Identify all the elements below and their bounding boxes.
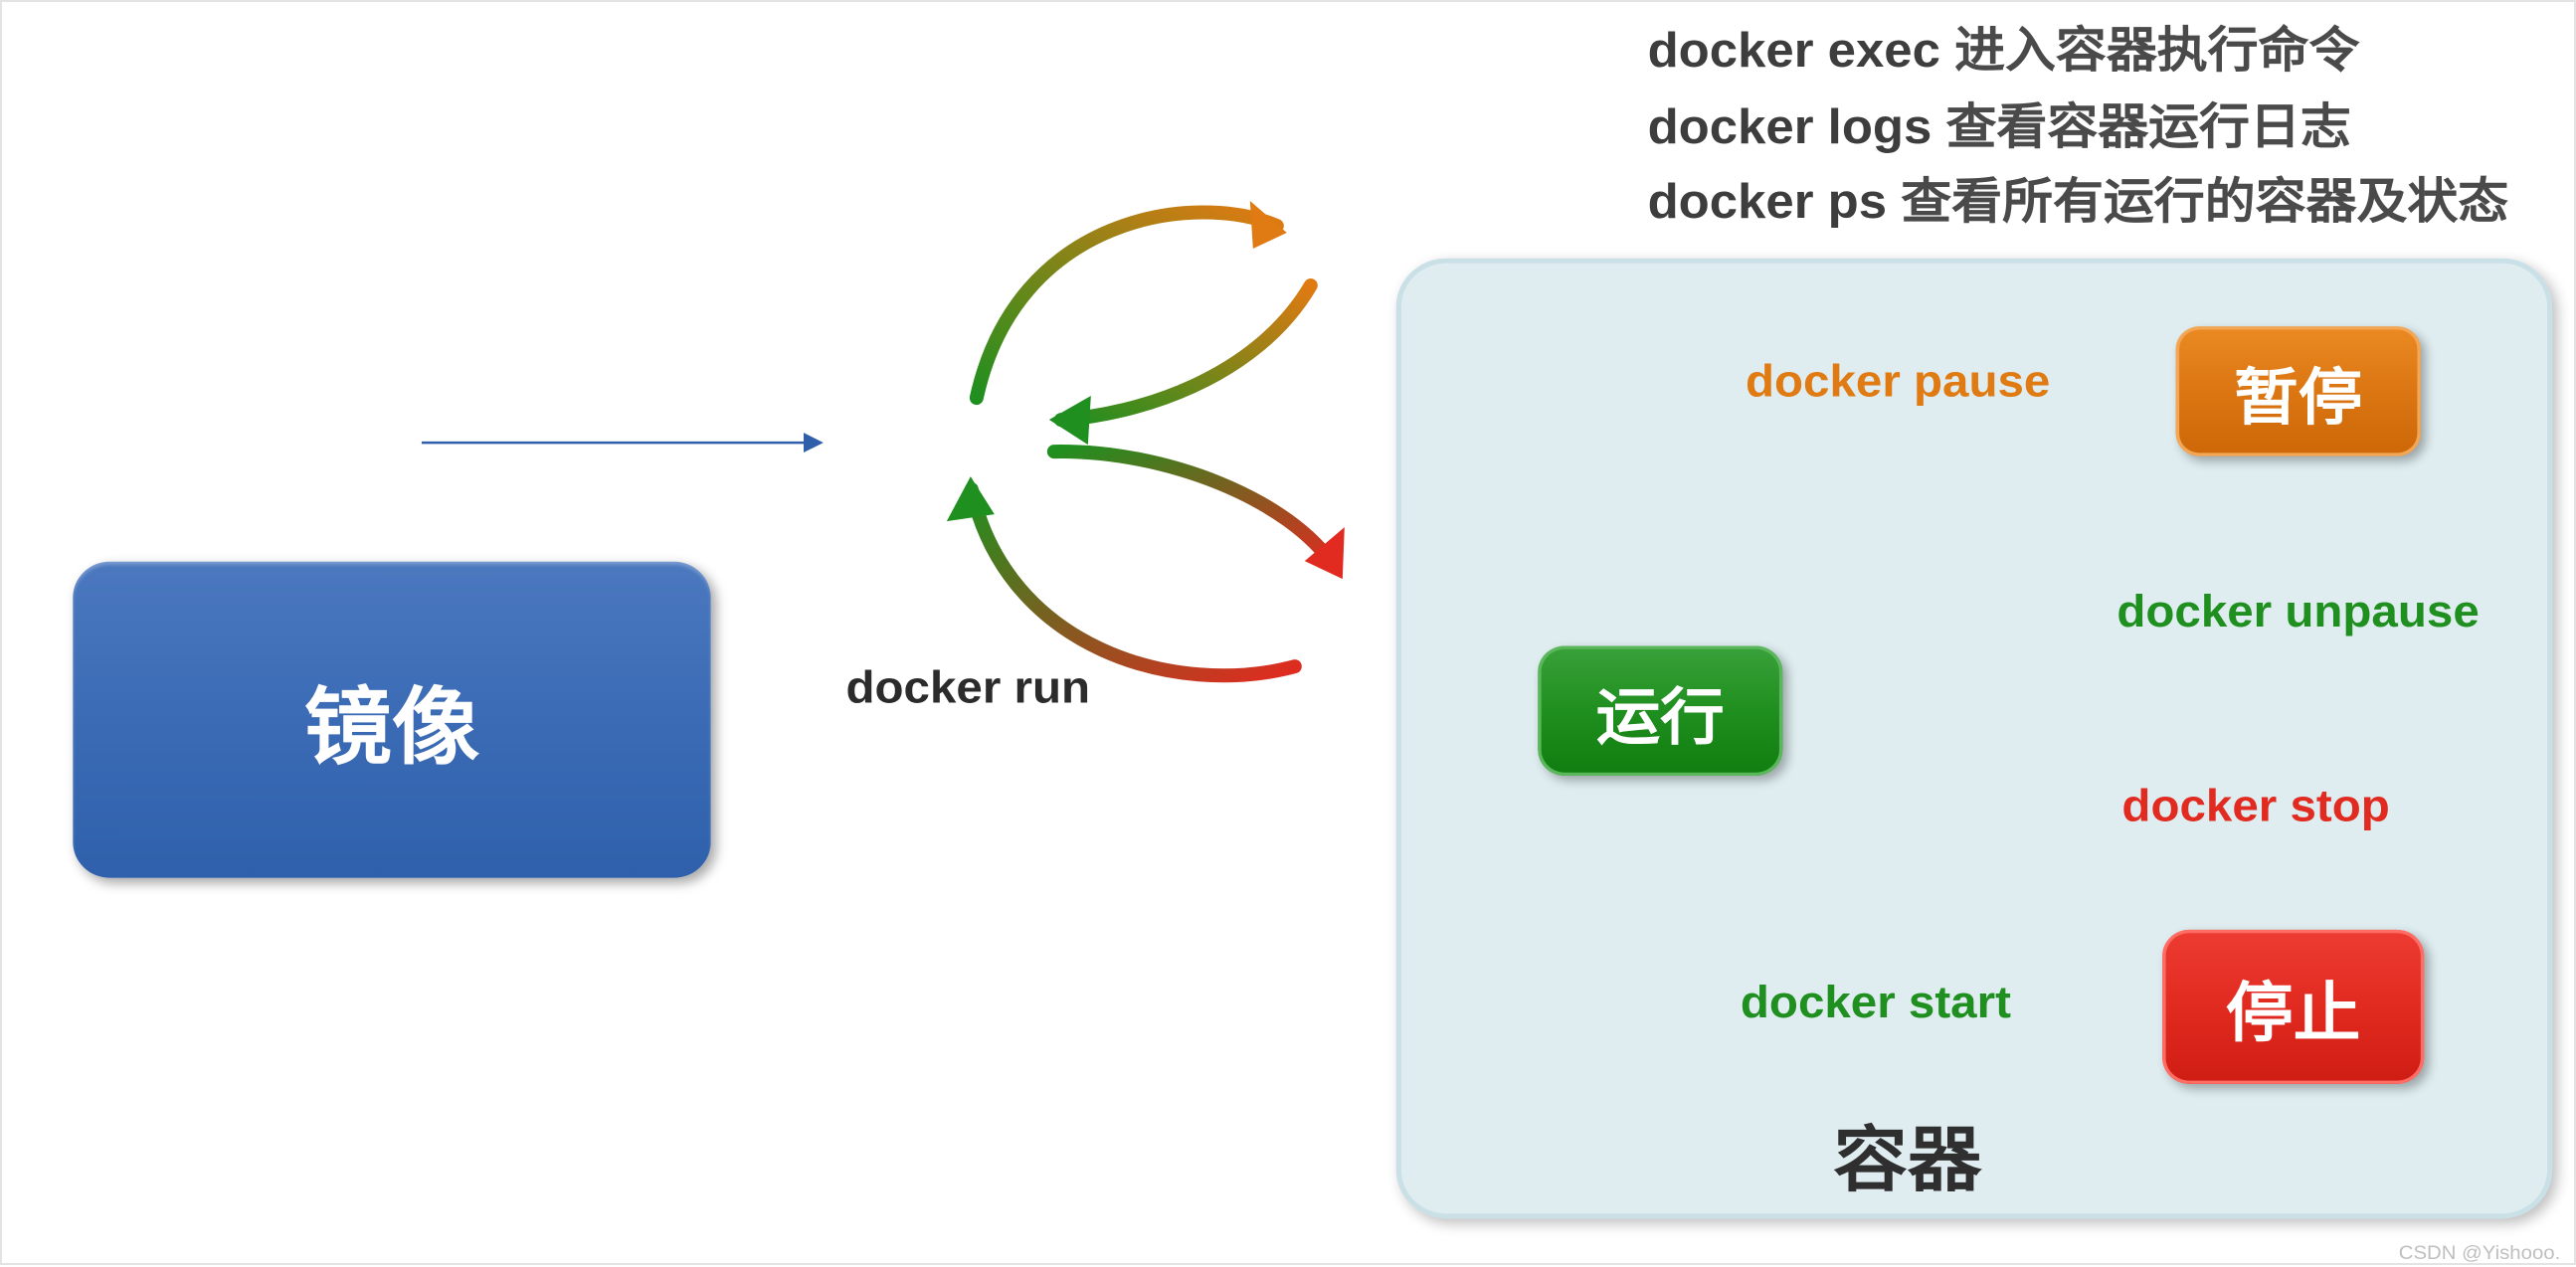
edge-label-pause: docker pause (1746, 356, 2050, 408)
watermark: CSDN @Yishooo. (2399, 1241, 2561, 1264)
container-label: 容器 (1833, 1102, 1981, 1205)
note-ps-cmd: docker ps (1648, 176, 1888, 230)
note-exec: docker exec 进入容器执行命令 (1648, 15, 2509, 90)
edge-start (947, 476, 1295, 675)
edge-unpause (1049, 285, 1311, 445)
node-paused: 暂停 (2176, 326, 2421, 455)
note-exec-cmd: docker exec (1648, 25, 1940, 79)
note-logs-desc: 查看容器运行日志 (1945, 100, 2350, 154)
edge-pause (977, 201, 1287, 398)
note-ps-desc: 查看所有运行的容器及状态 (1901, 176, 2508, 230)
diagram-canvas: docker exec 进入容器执行命令 docker logs 查看容器运行日… (0, 0, 2576, 1265)
note-exec-desc: 进入容器执行命令 (1954, 25, 2359, 79)
edge-label-run: docker run (846, 662, 1091, 714)
edge-label-stop: docker stop (2121, 781, 2389, 832)
scale-wrapper: docker exec 进入容器执行命令 docker logs 查看容器运行日… (2, 2, 2576, 1267)
note-logs-cmd: docker logs (1648, 100, 1932, 154)
edge-stop (1054, 452, 1345, 579)
note-ps: docker ps 查看所有运行的容器及状态 (1648, 166, 2509, 242)
edge-label-start: docker start (1741, 977, 2011, 1028)
note-logs: docker logs 查看容器运行日志 (1648, 90, 2509, 166)
node-image: 镜像 (73, 562, 710, 878)
notes-block: docker exec 进入容器执行命令 docker logs 查看容器运行日… (1648, 15, 2509, 242)
edge-label-unpause: docker unpause (2116, 586, 2479, 637)
node-stopped: 停止 (2162, 930, 2424, 1084)
node-running: 运行 (1538, 646, 1782, 776)
